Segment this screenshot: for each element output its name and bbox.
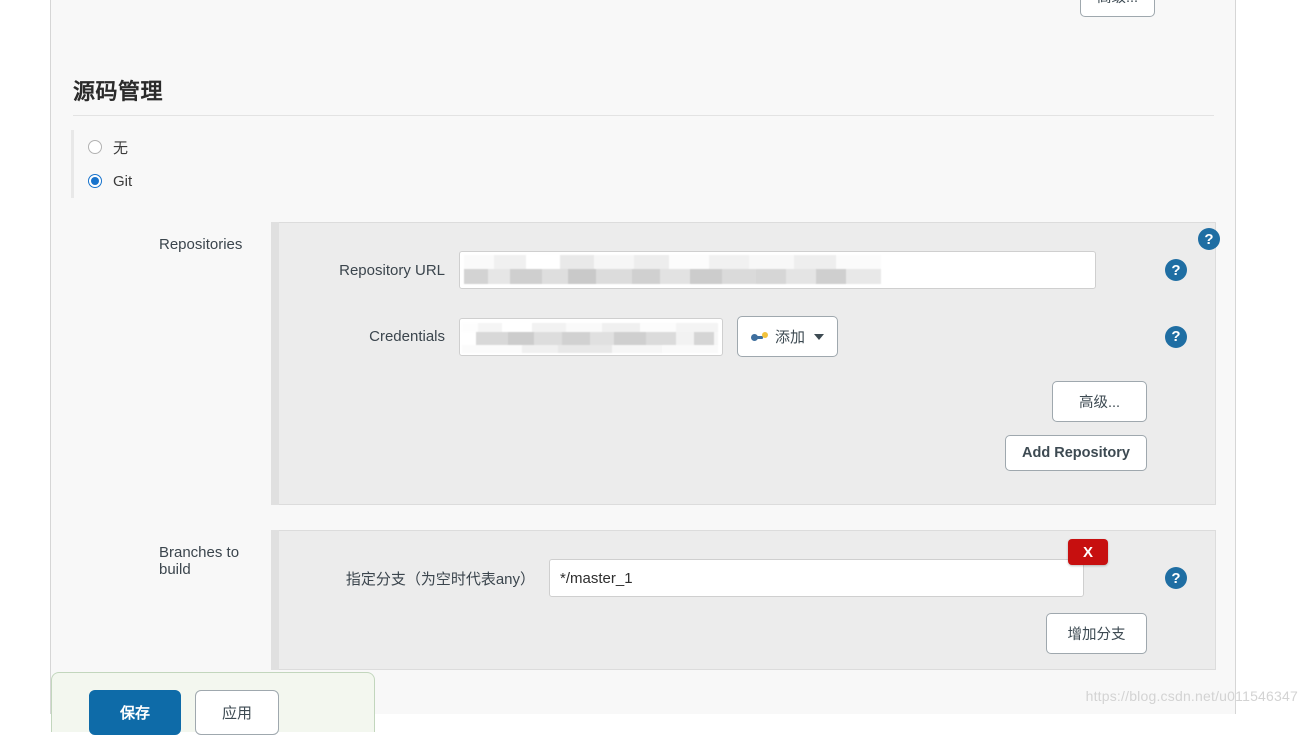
repositories-panel: Repository URL ? Credentials 添加 ? 高级... … <box>279 222 1216 505</box>
repositories-group-help-icon[interactable]: ? <box>1198 228 1220 250</box>
radio-git-label[interactable]: Git <box>113 173 132 190</box>
credentials-help-icon[interactable]: ? <box>1165 325 1187 348</box>
credentials-select[interactable] <box>459 317 723 356</box>
repositories-rail <box>271 222 279 505</box>
jenkins-config-page: 高级... 源码管理 无 Git Repositories <box>0 0 1306 735</box>
branch-specifier-label: 指定分支（为空时代表any） <box>345 570 535 588</box>
save-button[interactable]: 保存 <box>89 690 182 735</box>
chevron-down-icon <box>814 333 825 340</box>
config-content-column: 高级... 源码管理 无 Git Repositories <box>50 0 1236 735</box>
radio-git[interactable] <box>88 174 102 188</box>
branches-row: Branches to build 指定分支（为空时代表any） */maste… <box>71 530 1216 670</box>
section-divider <box>73 115 1214 116</box>
repository-url-help-icon[interactable]: ? <box>1165 259 1187 281</box>
watermark: https://blog.csdn.net/u011546347 <box>1085 688 1298 704</box>
branches-row-label: Branches to build <box>159 544 240 578</box>
branch-specifier-input[interactable]: */master_1 <box>549 559 1084 597</box>
delete-branch-button[interactable]: X <box>1068 539 1108 565</box>
credentials-field: Credentials 添加 ? <box>279 316 1215 357</box>
branch-specifier-help-icon[interactable]: ? <box>1165 567 1187 589</box>
save-bar: 保存 应用 <box>51 672 375 735</box>
repository-url-field: Repository URL ? <box>279 251 1215 289</box>
branches-panel: 指定分支（为空时代表any） */master_1 ? X 增加分支 <box>279 530 1216 670</box>
repositories-row: Repositories Repository URL ? Credential… <box>71 222 1216 505</box>
section-header: 源码管理 <box>73 74 1214 116</box>
scm-radio-group: 无 Git <box>71 130 1216 198</box>
add-branch-button[interactable]: 增加分支 <box>1046 613 1147 654</box>
top-advanced-button-wrap: 高级... <box>1080 0 1168 17</box>
branches-rail <box>271 530 279 670</box>
repository-advanced-button[interactable]: 高级... <box>1052 381 1147 422</box>
scm-option-git[interactable]: Git <box>88 164 1216 198</box>
radio-none[interactable] <box>88 140 102 154</box>
repository-url-input[interactable] <box>459 251 1096 289</box>
scm-option-none[interactable]: 无 <box>88 130 1216 164</box>
add-credentials-label: 添加 <box>775 329 806 346</box>
credentials-label: Credentials <box>369 328 445 345</box>
page-title: 源码管理 <box>73 79 164 104</box>
add-credentials-button[interactable]: 添加 <box>737 316 839 357</box>
key-icon <box>751 331 769 343</box>
apply-button[interactable]: 应用 <box>195 690 280 735</box>
radio-none-label[interactable]: 无 <box>113 137 128 158</box>
add-repository-button[interactable]: Add Repository <box>1005 435 1147 471</box>
top-advanced-button[interactable]: 高级... <box>1080 0 1156 17</box>
repository-url-label: Repository URL <box>339 261 445 279</box>
repositories-row-label: Repositories <box>159 236 243 253</box>
